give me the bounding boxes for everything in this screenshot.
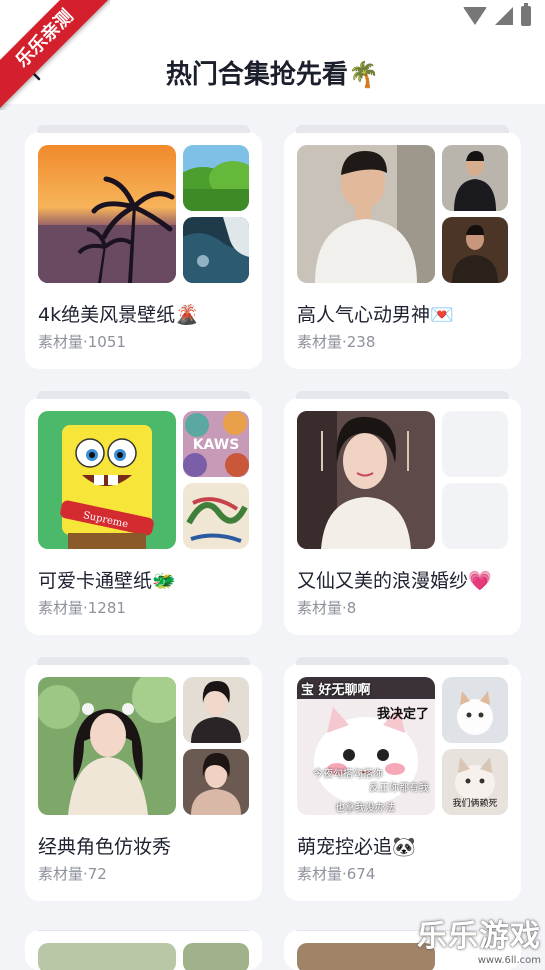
card-main-image: Supreme: [38, 411, 176, 549]
card-small-image-1: [183, 145, 249, 211]
card-count: 素材量·1051: [38, 333, 126, 351]
meme-text-6: 我们俩赖死: [452, 799, 498, 809]
palm-tree-emoji: 🌴: [347, 60, 380, 89]
collection-card-partial-1[interactable]: [25, 930, 262, 970]
card-count: 素材量·238: [297, 333, 376, 351]
card-small-image-1: [183, 677, 249, 743]
card-small-image-1: KAWS: [183, 411, 249, 477]
card-main-image: [297, 411, 435, 549]
collection-card-cosplay[interactable]: 经典角色仿妆秀 素材量·72: [25, 657, 262, 901]
card-main-image: [297, 943, 435, 970]
meme-text-4: 反正你都有我: [369, 783, 429, 794]
collection-card-wedding[interactable]: 又仙又美的浪漫婚纱💗 素材量·8: [284, 391, 521, 635]
collection-card-landscape[interactable]: 4k绝美风景壁纸🌋 素材量·1051: [25, 125, 262, 369]
card-count: 素材量·72: [38, 865, 107, 883]
meme-text-1: 宝 好无聊啊: [301, 683, 371, 698]
card-count: 素材量·8: [297, 599, 357, 617]
card-title: 高人气心动男神💌: [297, 304, 454, 326]
card-small-image-2: 我们俩赖死: [442, 749, 508, 815]
collection-card-pets[interactable]: 宝 好无聊啊 我决定了 今夜勾搭勾搭你 反正你都有我 也拿我没办法 我们俩赖死 …: [284, 657, 521, 901]
collection-card-male-idols[interactable]: 高人气心动男神💌 素材量·238: [284, 125, 521, 369]
battery-icon: [521, 3, 531, 26]
page-title-text: 热门合集抢先看: [165, 60, 348, 90]
card-small-image-placeholder-2: [442, 483, 508, 549]
card-title: 可爱卡通壁纸🐲: [38, 570, 176, 592]
meme-text-2: 我决定了: [376, 707, 429, 722]
status-icons: [463, 3, 531, 26]
card-small-image-1: [183, 943, 249, 970]
collection-card-cartoon[interactable]: Supreme KAWS 可爱卡通壁纸🐲 素材量·1281: [25, 391, 262, 635]
watermark-url: www.6ll.com: [477, 955, 541, 966]
card-title: 又仙又美的浪漫婚纱💗: [297, 570, 492, 592]
card-main-image: 宝 好无聊啊 我决定了 今夜勾搭勾搭你 反正你都有我 也拿我没办法: [297, 677, 435, 815]
card-small-image-2: [442, 217, 508, 283]
svg-text:KAWS: KAWS: [193, 437, 240, 453]
corner-badge: 乐乐亲测: [0, 0, 110, 110]
meme-text-3: 今夜勾搭勾搭你: [313, 769, 383, 780]
card-small-image-2: [183, 217, 249, 283]
card-main-image: [38, 943, 176, 970]
signal-icon: [495, 7, 513, 25]
card-main-image: [38, 145, 176, 283]
card-title: 萌宠控必追🐼: [297, 836, 416, 858]
card-title: 4k绝美风景壁纸🌋: [38, 304, 199, 326]
card-title: 经典角色仿妆秀: [38, 836, 172, 858]
corner-badge-text: 乐乐亲测: [0, 0, 110, 110]
wifi-icon: [463, 7, 487, 25]
card-small-image-placeholder-1: [442, 411, 508, 477]
card-main-image: [38, 677, 176, 815]
card-small-image-1: [442, 145, 508, 211]
card-small-image-2: [183, 483, 249, 549]
watermark: 乐乐游戏 www.6ll.com: [417, 911, 541, 966]
card-main-image: [297, 145, 435, 283]
watermark-text: 乐乐游戏: [417, 919, 541, 954]
card-small-image-2: [183, 749, 249, 815]
card-count: 素材量·674: [297, 865, 376, 883]
card-count: 素材量·1281: [38, 599, 126, 617]
meme-text-5: 也拿我没办法: [335, 803, 395, 814]
card-small-image-1: [442, 677, 508, 743]
